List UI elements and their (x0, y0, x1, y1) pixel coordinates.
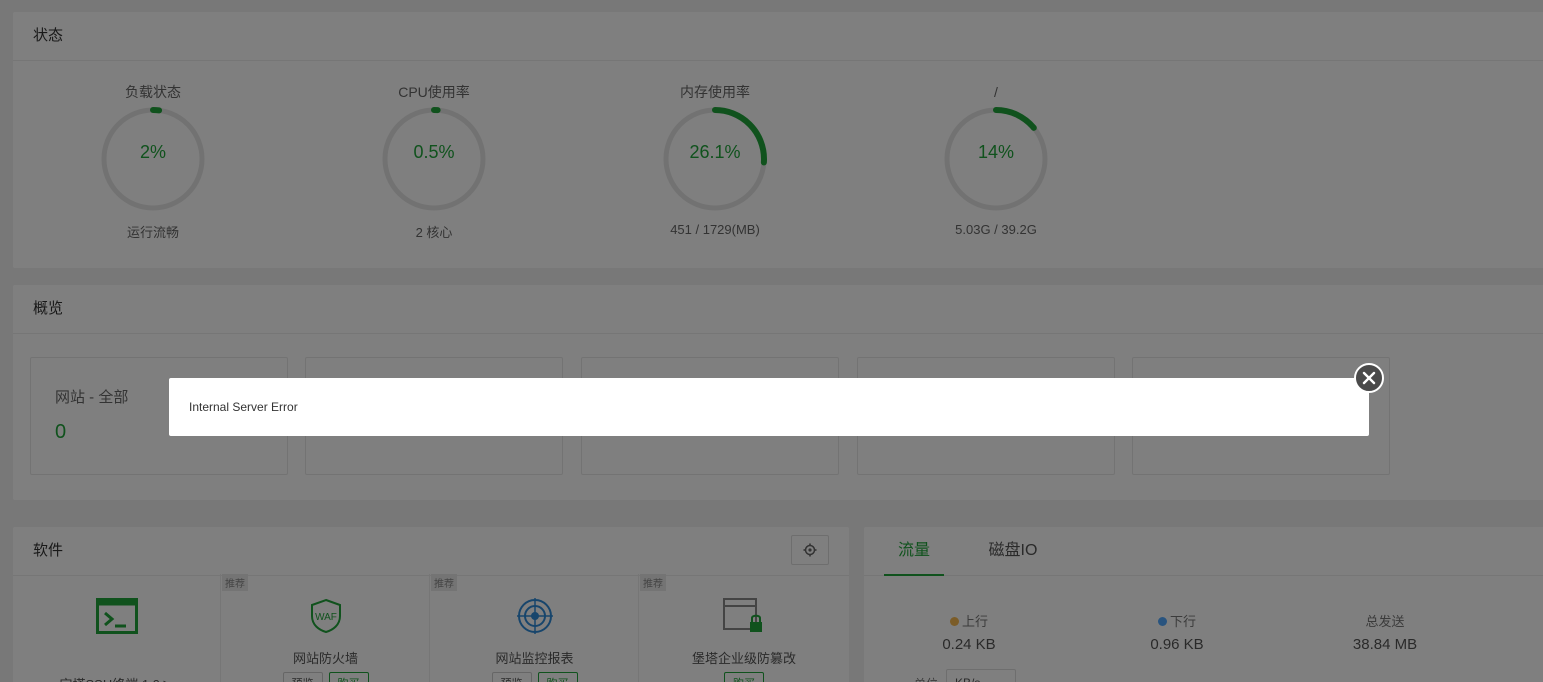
modal-backdrop[interactable] (0, 0, 1543, 682)
error-dialog: Internal Server Error (169, 363, 1384, 436)
close-button[interactable] (1354, 363, 1384, 393)
error-message: Internal Server Error (189, 400, 298, 414)
page: 状态 负载状态 2% 运行流畅 CPU使用率 0.5% 2 核心 (0, 0, 1543, 682)
close-icon (1362, 371, 1376, 385)
